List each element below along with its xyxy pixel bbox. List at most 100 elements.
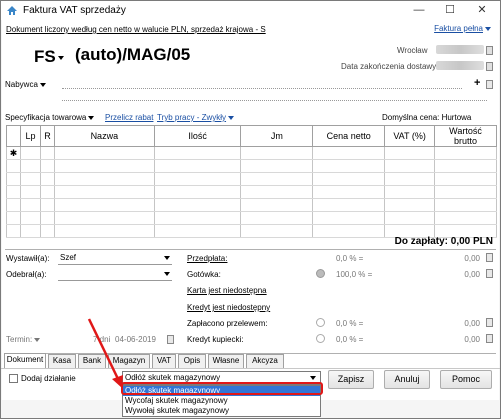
wystawil-label: Wystawił(a): xyxy=(6,254,50,263)
minimize-button[interactable]: — xyxy=(404,1,434,20)
delivery-date-label: Data zakończenia dostawy xyxy=(341,62,437,71)
tab-dokument[interactable]: Dokument xyxy=(4,353,46,368)
chevron-down-icon xyxy=(34,337,41,342)
przedplata-pct[interactable]: 0,0 % = xyxy=(336,254,363,263)
zaplacono-pct[interactable]: 0,0 % = xyxy=(336,319,363,328)
document-type-label: FS xyxy=(34,47,56,66)
column-header-cena-netto[interactable]: Cena netto xyxy=(312,125,386,147)
specyfikacja-label: Specyfikacja towarowa xyxy=(5,113,87,122)
column-header-wartosc-brutto[interactable]: Wartość brutto xyxy=(434,125,497,147)
column-header-marker xyxy=(6,125,21,147)
gotowka-radio[interactable] xyxy=(316,269,325,278)
termin-days[interactable]: 7 dni xyxy=(93,335,110,344)
buyer-list-icon[interactable] xyxy=(486,80,493,89)
kredyt-kupiecki-amount[interactable]: 0,00 xyxy=(440,335,480,344)
delivery-date-field[interactable] xyxy=(436,61,484,70)
zaplacono-radio[interactable] xyxy=(316,318,325,327)
calendar-icon[interactable] xyxy=(486,46,493,55)
calculator-icon[interactable] xyxy=(486,253,493,262)
tryb-pracy-label: Tryb pracy - Zwykły xyxy=(157,113,227,122)
items-table[interactable]: Lp R Nazwa Ilość Jm Cena netto VAT (%) W… xyxy=(6,125,497,238)
table-row[interactable]: ✱ xyxy=(6,146,497,160)
chevron-down-icon xyxy=(88,115,95,120)
zaplacono-amount[interactable]: 0,00 xyxy=(440,319,480,328)
calculator-icon[interactable] xyxy=(486,269,493,278)
zapisz-button[interactable]: Zapisz xyxy=(328,370,374,389)
tab-vat[interactable]: VAT xyxy=(152,354,176,368)
kredyt-kupiecki-radio[interactable] xyxy=(316,334,325,343)
przedplata-amount[interactable]: 0,00 xyxy=(440,254,480,263)
column-header-jm[interactable]: Jm xyxy=(240,125,314,147)
table-row[interactable] xyxy=(6,198,497,212)
calculator-icon[interactable] xyxy=(486,334,493,343)
faktura-pelna-link[interactable]: Faktura pełna xyxy=(434,24,491,33)
close-button[interactable]: ✕ xyxy=(467,1,497,20)
tab-magazyn[interactable]: Magazyn xyxy=(108,354,150,368)
column-header-nazwa[interactable]: Nazwa xyxy=(53,125,155,147)
add-buyer-button[interactable]: + xyxy=(474,77,480,89)
kredyt-kupiecki-pct[interactable]: 0,0 % = xyxy=(336,335,363,344)
kredyt-link[interactable]: Kredyt jest niedostępny xyxy=(187,303,270,312)
total-to-pay: Do zapłaty: 0,00 PLN xyxy=(394,236,493,247)
tab-akcyza[interactable]: Akcyza xyxy=(246,354,284,368)
tab-opis[interactable]: Opis xyxy=(178,354,206,368)
invoice-window: Faktura VAT sprzedaży — ☐ ✕ Dokument lic… xyxy=(0,0,501,419)
column-header-r[interactable]: R xyxy=(39,125,55,147)
termin-date[interactable]: 04-06-2019 xyxy=(115,335,156,344)
calendar-icon[interactable] xyxy=(167,335,174,344)
divider xyxy=(1,368,500,369)
option-wywolaj[interactable]: Wywołaj skutek magazynowy xyxy=(123,406,320,416)
chevron-down-icon xyxy=(228,115,235,120)
przelicz-rabat-link[interactable]: Przelicz rabat xyxy=(105,113,153,122)
maximize-button[interactable]: ☐ xyxy=(435,1,465,20)
pomoc-button[interactable]: Pomoc xyxy=(440,370,492,389)
default-price-link[interactable]: Domyślna cena: Hurtowa xyxy=(382,113,471,122)
termin-label: Termin: xyxy=(6,335,33,344)
tryb-pracy-menu[interactable]: Tryb pracy - Zwykły xyxy=(157,113,235,122)
specyfikacja-menu[interactable]: Specyfikacja towarowa xyxy=(5,113,95,122)
chevron-down-icon xyxy=(164,272,170,276)
tab-wlasne[interactable]: Własne xyxy=(208,354,244,368)
odebral-label: Odebrał(a): xyxy=(6,270,47,279)
karta-link[interactable]: Karta jest niedostępna xyxy=(187,286,267,295)
column-header-vat[interactable]: VAT (%) xyxy=(384,125,436,147)
przedplata-label[interactable]: Przedpłata: xyxy=(187,254,227,263)
document-number[interactable]: (auto)/MAG/05 xyxy=(75,45,190,65)
tab-bank[interactable]: Bank xyxy=(78,354,106,368)
dodaj-dzialanie-label[interactable]: Dodaj działanie xyxy=(21,374,76,383)
dodaj-dzialanie-checkbox[interactable] xyxy=(9,374,18,383)
odebral-combo[interactable] xyxy=(58,268,172,281)
tab-kasa[interactable]: Kasa xyxy=(48,354,76,368)
action-select-value: Odłóż skutek magazynowy xyxy=(125,373,221,382)
chevron-down-icon xyxy=(39,82,46,87)
chevron-down-icon xyxy=(57,55,64,60)
table-row[interactable] xyxy=(6,211,497,225)
wystawil-value: Szef xyxy=(60,253,77,262)
document-info-line[interactable]: Dokument liczony według cen netto w walu… xyxy=(6,25,266,34)
gotowka-pct[interactable]: 100,0 % = xyxy=(336,270,372,279)
title-bar: Faktura VAT sprzedaży — ☐ ✕ xyxy=(1,1,500,20)
anuluj-button[interactable]: Anuluj xyxy=(384,370,430,389)
gotowka-amount[interactable]: 0,00 xyxy=(440,270,480,279)
table-row[interactable] xyxy=(6,172,497,186)
buyer-label-text: Nabywca xyxy=(5,80,38,89)
zaplacono-label: Zapłacono przelewem: xyxy=(187,319,268,328)
calculator-icon[interactable] xyxy=(486,318,493,327)
new-row-marker: ✱ xyxy=(6,146,21,160)
document-type-selector[interactable]: FS xyxy=(34,47,64,67)
termin-selector[interactable]: Termin: xyxy=(6,335,41,344)
issue-date-field[interactable] xyxy=(436,45,484,54)
option-wycofaj[interactable]: Wycofaj skutek magazynowy xyxy=(123,396,320,406)
column-header-ilosc[interactable]: Ilość xyxy=(153,125,242,147)
chevron-down-icon xyxy=(164,256,170,260)
buyer-label[interactable]: Nabywca xyxy=(5,80,46,89)
chevron-down-icon xyxy=(310,376,316,380)
kredyt-kupiecki-label: Kredyt kupiecki: xyxy=(187,335,244,344)
chevron-down-icon xyxy=(485,26,491,31)
table-row[interactable] xyxy=(6,185,497,199)
wystawil-combo[interactable]: Szef xyxy=(58,252,172,265)
buyer-field[interactable] xyxy=(62,88,462,89)
table-row[interactable] xyxy=(6,159,497,173)
calendar-icon[interactable] xyxy=(486,62,493,71)
column-header-lp[interactable]: Lp xyxy=(19,125,41,147)
